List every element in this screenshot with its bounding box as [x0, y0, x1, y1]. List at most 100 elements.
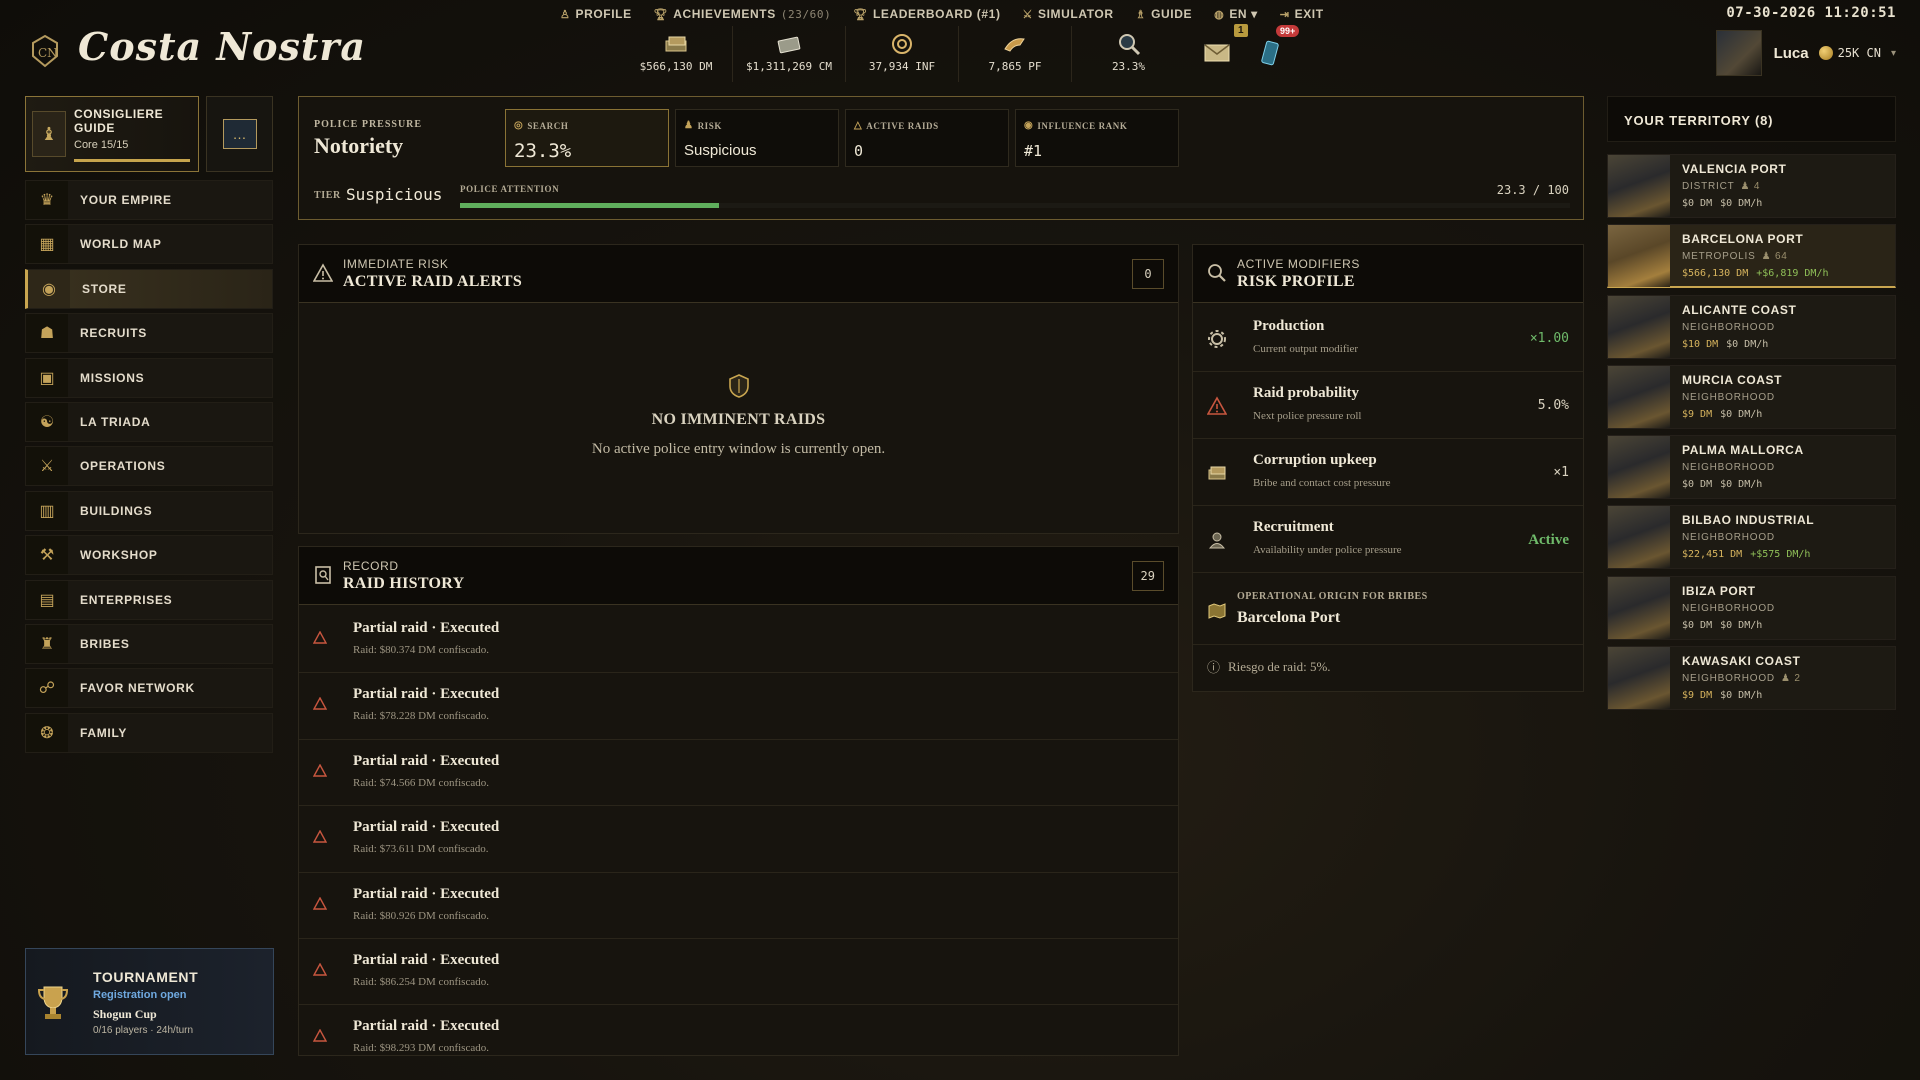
territory-thumbnail	[1608, 576, 1670, 639]
active-raids-value: 0	[854, 142, 864, 160]
territory-barcelona-port[interactable]: BARCELONA PORT METROPOLIS ♟ 64 $566,130 D…	[1607, 224, 1896, 289]
territory-bilbao-industrial[interactable]: BILBAO INDUSTRIAL NEIGHBORHOOD $22,451 D…	[1607, 505, 1896, 570]
consigliere-guide-card[interactable]: ♝ CONSIGLIERE GUIDE Core 15/15	[25, 96, 199, 172]
alerts-header: IMMEDIATE RISK ACTIVE RAID ALERTS 0	[299, 245, 1178, 303]
stat-dirty-money[interactable]: $566,130 DM	[620, 26, 733, 82]
map-icon	[1207, 601, 1227, 621]
money-icon	[1207, 463, 1227, 483]
phone-badge: 99+	[1276, 25, 1300, 37]
territory-thumbnail	[1608, 506, 1670, 569]
nav-leaderboard[interactable]: 🏆︎ LEADERBOARD (#1)	[853, 5, 1000, 23]
list-item: Partial raid · Executed Raid: $73.611 DM …	[299, 806, 1178, 873]
stat-favor[interactable]: 7,865 PF	[959, 26, 1072, 82]
attention-bar-fill	[460, 203, 719, 208]
territory-valencia-port[interactable]: VALENCIA PORT DISTRICT ♟ 4 $0 DM $0 DM/h	[1607, 154, 1896, 218]
sidebar-item-favor-network[interactable]: ☍ FAVOR NETWORK	[25, 668, 273, 709]
modifier-raid-probability: Raid probability Next police pressure ro…	[1193, 372, 1583, 439]
avatar[interactable]	[1715, 30, 1762, 76]
chat-bubble-icon: …	[222, 119, 257, 149]
sidebar-item-missions[interactable]: ▣ MISSIONS	[25, 357, 273, 398]
map-icon: ▦	[26, 225, 68, 264]
logo-icon: CN	[30, 34, 60, 68]
search-card-label-row: ◎ SEARCH	[514, 120, 568, 131]
sidebar-item-recruits[interactable]: ☗ RECRUITS	[25, 313, 273, 354]
nav-simulator[interactable]: ⚔ SIMULATOR	[1023, 5, 1114, 23]
sidebar-item-label: BUILDINGS	[80, 503, 153, 518]
trophy-icon: 🏆︎	[853, 8, 868, 21]
warning-icon	[312, 263, 334, 283]
raid-detail: Raid: $86.254 DM confiscado.	[353, 975, 489, 988]
tournament-card[interactable]: TOURNAMENT Registration open Shogun Cup …	[25, 948, 274, 1055]
territory-rate: $0 DM/h	[1720, 619, 1763, 631]
sidebar-item-enterprises[interactable]: ▤ ENTERPRISES	[25, 579, 273, 620]
inbox-button[interactable]	[1203, 42, 1231, 64]
territory-palma-mallorca[interactable]: PALMA MALLORCA NEIGHBORHOOD $0 DM $0 DM/h	[1607, 435, 1896, 500]
stat-search[interactable]: 23.3%	[1072, 26, 1185, 82]
sidebar-item-label: ENTERPRISES	[80, 592, 173, 607]
no-raids-title: NO IMMINENT RAIDS	[651, 411, 826, 428]
bribe-icon: ♜	[26, 624, 68, 663]
sidebar-item-operations[interactable]: ⚔ OPERATIONS	[25, 446, 273, 487]
territory-alicante-coast[interactable]: ALICANTE COAST NEIGHBORHOOD $10 DM $0 DM/…	[1607, 294, 1896, 359]
stat-value: 23.3%	[1111, 60, 1146, 73]
influence-rank-card: ◉ INFLUENCE RANK #1	[1015, 109, 1179, 167]
coin-icon: ◉	[28, 269, 70, 308]
territory-thumbnail	[1608, 436, 1670, 499]
sidebar-item-store[interactable]: ◉ STORE	[25, 268, 273, 309]
warning-icon	[1206, 396, 1228, 416]
stat-clean-money[interactable]: $1,311,269 CM	[733, 26, 846, 82]
influence-icon: ◉	[1024, 120, 1034, 131]
sidebar-item-bribes[interactable]: ♜ BRIBES	[25, 623, 273, 664]
raid-title: Partial raid · Executed	[353, 686, 500, 703]
territory-money: $22,451 DM	[1682, 549, 1743, 561]
card-label: RISK	[697, 120, 722, 131]
modifier-recruitment: Recruitment Availability under police pr…	[1193, 506, 1583, 573]
list-item: Partial raid · Executed Raid: $98.293 DM …	[299, 1005, 1178, 1055]
sidebar-item-label: WORLD MAP	[80, 237, 162, 252]
raid-history-list: Partial raid · Executed Raid: $80.374 DM …	[299, 607, 1178, 1055]
stat-influence[interactable]: 37,934 INF	[846, 26, 959, 82]
police-pressure-panel: POLICE PRESSURE Notoriety ◎ SEARCH 23.3% …	[298, 96, 1584, 220]
territory-type-row: NEIGHBORHOOD ♟ 2	[1682, 673, 1801, 684]
nav-guide[interactable]: ♗ GUIDE	[1136, 5, 1192, 23]
raid-history-panel: RECORD RAID HISTORY 29 Partial raid · Ex…	[298, 546, 1179, 1056]
stat-value: $566,130 DM	[639, 60, 713, 73]
search-card: ◎ SEARCH 23.3%	[505, 109, 669, 167]
territory-ibiza-port[interactable]: IBIZA PORT NEIGHBORHOOD $0 DM $0 DM/h	[1607, 575, 1896, 640]
territory-type: NEIGHBORHOOD	[1682, 462, 1775, 474]
sidebar-item-la-triada[interactable]: ☯ LA TRIADA	[25, 401, 273, 442]
sidebar-item-buildings[interactable]: ▥ BUILDINGS	[25, 490, 273, 531]
territory-bonus-value: 2	[1794, 673, 1801, 685]
sidebar-item-world-map[interactable]: ▦ WORLD MAP	[25, 224, 273, 265]
nav-achievements[interactable]: 🏆︎ ACHIEVEMENTS (23/60)	[654, 5, 832, 23]
exit-icon: ⇥	[1279, 8, 1290, 21]
chevron-down-icon[interactable]: ▾	[1891, 48, 1896, 59]
territory-type: NEIGHBORHOOD	[1682, 321, 1775, 333]
territory-money-row: $9 DM $0 DM/h	[1682, 409, 1762, 420]
chat-button[interactable]: …	[206, 96, 273, 172]
territory-kawasaki-coast[interactable]: KAWASAKI COAST NEIGHBORHOOD ♟ 2 $9 DM $0 D…	[1607, 646, 1896, 711]
recruits-icon: ☗	[26, 314, 68, 353]
sidebar-item-workshop[interactable]: ⚒ WORKSHOP	[25, 535, 273, 576]
consigliere-icon: ♝	[32, 111, 66, 157]
nav-exit[interactable]: ⇥ EXIT	[1280, 5, 1324, 23]
sidebar-item-family[interactable]: ❂ FAMILY	[25, 712, 273, 753]
enterprise-icon: ▤	[26, 580, 68, 619]
influence-icon	[889, 32, 915, 56]
territory-bonus-value: 64	[1774, 251, 1788, 263]
nav-language[interactable]: ◍ EN ▾	[1214, 5, 1258, 23]
territory-murcia-coast[interactable]: MURCIA COAST NEIGHBORHOOD $9 DM $0 DM/h	[1607, 364, 1896, 429]
clock: 07-30-2026 11:20:51	[1726, 5, 1896, 21]
territory-thumbnail	[1608, 225, 1670, 288]
user-menu[interactable]: Luca 25K CN ▾	[1715, 30, 1896, 76]
nav-profile[interactable]: ♙ PROFILE	[560, 5, 632, 23]
raid-risk-note-text: Riesgo de raid: 5%.	[1228, 658, 1331, 674]
territory-rate: $0 DM/h	[1720, 198, 1763, 209]
sidebar-item-label: FAVOR NETWORK	[80, 681, 195, 696]
app-title: Costa Nostra	[78, 24, 367, 69]
phone-button[interactable]	[1260, 40, 1280, 66]
raid-detail: Raid: $74.566 DM confiscado.	[353, 776, 489, 789]
risk-header: ACTIVE MODIFIERS RISK PROFILE	[1193, 245, 1583, 303]
territory-title: YOUR TERRITORY (8)	[1624, 113, 1774, 128]
sidebar-item-your-empire[interactable]: ♛ YOUR EMPIRE	[25, 180, 273, 220]
